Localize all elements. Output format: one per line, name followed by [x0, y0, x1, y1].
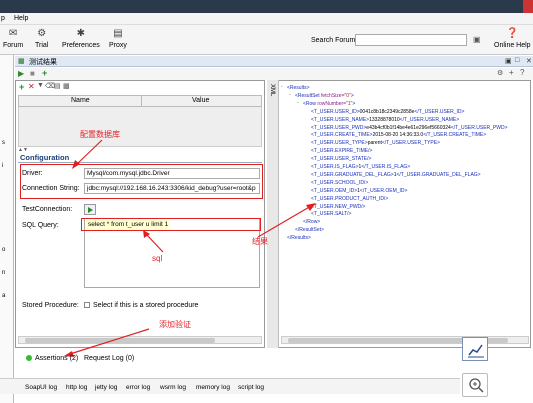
annotation-add-assertion: 添加验证 — [159, 320, 191, 329]
assertions-tab[interactable]: Assertions (2) — [35, 355, 78, 362]
log-tab-memory[interactable]: memory log — [196, 384, 230, 391]
annotation-sql: sql — [152, 254, 163, 263]
magnifier-glyph — [469, 378, 484, 393]
arrow-to-result — [257, 205, 312, 238]
log-tab-error[interactable]: error log — [126, 384, 150, 391]
request-log-tab[interactable]: Request Log (0) — [84, 355, 134, 362]
arrow-to-sql — [145, 233, 164, 253]
chart-glyph — [468, 344, 484, 358]
log-tab-soapui[interactable]: SoapUI log — [25, 384, 57, 391]
arrowhead — [306, 203, 316, 211]
log-tab-jetty[interactable]: jetty log — [95, 384, 117, 391]
zoom-in-icon[interactable] — [462, 373, 488, 397]
annotation-result: 结果 — [252, 237, 268, 246]
arrowhead — [72, 160, 80, 169]
log-tab-http[interactable]: http log — [66, 384, 87, 391]
assertion-status-icon — [26, 355, 32, 361]
annotation-arrows — [64, 139, 316, 357]
log-tabs-bar: SoapUI log http log jetty log error log … — [0, 378, 460, 394]
arrow-to-assertions — [69, 328, 150, 355]
arrow-to-config — [75, 139, 103, 166]
chart-icon[interactable] — [462, 337, 488, 361]
annotation-config-db: 配置数据库 — [80, 130, 120, 139]
log-tab-wsrm[interactable]: wsrm log — [160, 384, 186, 391]
log-tab-script[interactable]: script log — [238, 384, 264, 391]
soapui-window: p Help ✉ Forum ⚙ Trial ✱ Preferences ▤ P… — [0, 0, 533, 403]
